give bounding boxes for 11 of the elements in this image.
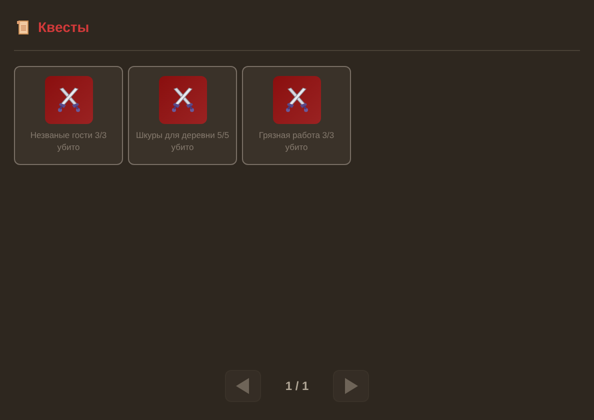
section-title: Квесты — [38, 18, 90, 37]
quest-card[interactable]: Незваные гости 3/3 убито — [14, 66, 123, 165]
quest-label: Незваные гости 3/3 убито — [29, 129, 108, 153]
scroll-icon — [16, 20, 30, 35]
left-triangle-icon — [236, 378, 250, 394]
page-indicator: 1 / 1 — [284, 378, 310, 395]
quest-label: Грязная работа 3/3 убито — [258, 129, 336, 153]
quest-card[interactable]: Шкуры для деревни 5/5 убито — [128, 66, 237, 165]
right-triangle-icon — [344, 378, 358, 394]
quest-card[interactable]: Грязная работа 3/3 убито — [242, 66, 351, 165]
quest-label: Шкуры для деревни 5/5 убито — [134, 129, 230, 153]
